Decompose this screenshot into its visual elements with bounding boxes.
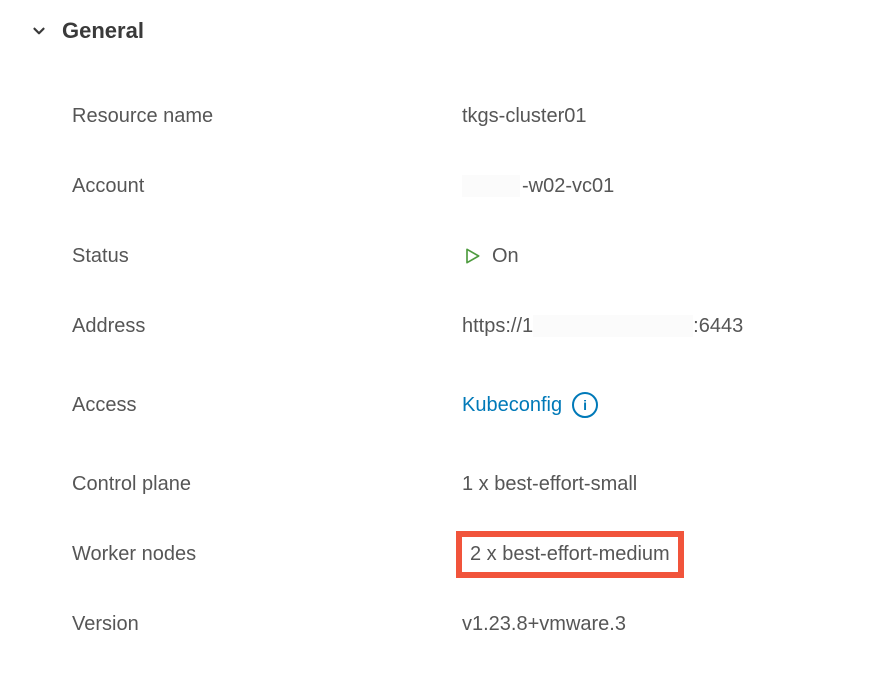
- section-header[interactable]: General: [30, 18, 876, 44]
- status-text: On: [492, 245, 519, 268]
- label-status: Status: [72, 245, 462, 268]
- value-resource-name: tkgs-cluster01: [462, 105, 587, 128]
- value-version: v1.23.8+vmware.3: [462, 613, 626, 636]
- redacted-address-middle: [533, 315, 693, 337]
- value-access: Kubeconfig: [462, 392, 598, 418]
- worker-nodes-highlight: 2 x best-effort-medium: [462, 537, 678, 572]
- play-icon: [462, 246, 482, 266]
- row-worker-nodes: Worker nodes 2 x best-effort-medium: [72, 526, 876, 582]
- label-account: Account: [72, 175, 462, 198]
- address-prefix: https://1: [462, 315, 533, 338]
- value-address: https://1 :6443: [462, 315, 743, 338]
- label-address: Address: [72, 315, 462, 338]
- general-section: General Resource name tkgs-cluster01 Acc…: [0, 0, 876, 674]
- row-version: Version v1.23.8+vmware.3: [72, 596, 876, 652]
- row-status: Status On: [72, 228, 876, 284]
- row-address: Address https://1 :6443: [72, 298, 876, 354]
- address-suffix: :6443: [693, 315, 743, 338]
- value-worker-nodes: 2 x best-effort-medium: [462, 537, 678, 572]
- value-control-plane: 1 x best-effort-small: [462, 473, 637, 496]
- row-control-plane: Control plane 1 x best-effort-small: [72, 456, 876, 512]
- row-account: Account -w02-vc01: [72, 158, 876, 214]
- label-version: Version: [72, 613, 462, 636]
- label-worker-nodes: Worker nodes: [72, 543, 462, 566]
- account-suffix: -w02-vc01: [522, 175, 614, 198]
- kubeconfig-link[interactable]: Kubeconfig: [462, 394, 562, 417]
- row-resource-name: Resource name tkgs-cluster01: [72, 88, 876, 144]
- chevron-down-icon: [30, 22, 48, 40]
- label-access: Access: [72, 394, 462, 417]
- info-icon[interactable]: [572, 392, 598, 418]
- value-status: On: [462, 245, 519, 268]
- value-account: -w02-vc01: [462, 175, 614, 198]
- section-body: Resource name tkgs-cluster01 Account -w0…: [30, 88, 876, 652]
- redacted-account-prefix: [462, 175, 520, 197]
- section-title: General: [62, 18, 144, 44]
- label-resource-name: Resource name: [72, 105, 462, 128]
- label-control-plane: Control plane: [72, 473, 462, 496]
- row-access: Access Kubeconfig: [72, 368, 876, 442]
